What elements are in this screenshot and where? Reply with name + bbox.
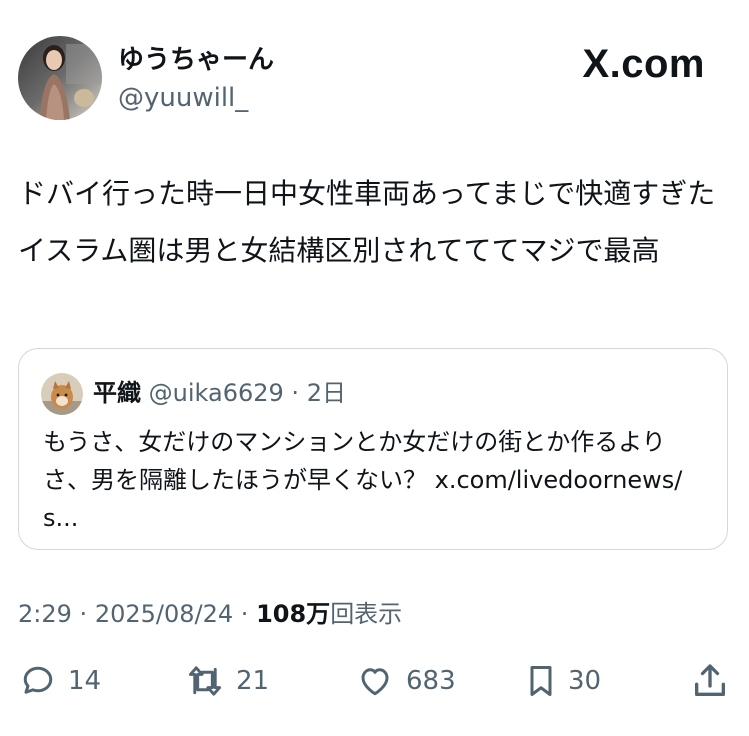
- reply-count: 14: [68, 666, 102, 696]
- meta-separator: ·: [79, 600, 88, 628]
- like-count: 683: [406, 666, 456, 696]
- quote-author-avatar[interactable]: [41, 373, 83, 415]
- author-display-name[interactable]: ゆうちゃーん: [118, 44, 274, 76]
- author-avatar[interactable]: [18, 36, 102, 120]
- tweet-text: ドバイ行った時一日中女性車両あってまじで快適すぎたイスラム圏は男と女結構区別され…: [18, 177, 716, 267]
- meta-separator-2: ·: [240, 600, 249, 628]
- bookmark-button[interactable]: 30: [526, 660, 601, 702]
- bookmark-icon: [526, 663, 556, 699]
- views-count: 108万: [256, 600, 331, 628]
- speech-bubble-icon: [20, 663, 56, 699]
- repost-button[interactable]: 21: [186, 660, 269, 702]
- share-button[interactable]: [690, 660, 730, 702]
- quote-tweet-card[interactable]: 平織 @uika6629 · 2日 もうさ、女だけのマンションとか女だけの街とか…: [18, 348, 728, 550]
- repost-count: 21: [236, 666, 270, 696]
- tweet-meta: 2:29 · 2025/08/24 · 108万回表示: [18, 598, 402, 630]
- repost-arrows-icon: [186, 663, 224, 699]
- quote-text: もうさ、女だけのマンションとか女だけの街とか作るよりさ、男を隔離したほうが早くな…: [43, 428, 683, 532]
- quote-display-name[interactable]: 平織: [93, 379, 141, 407]
- reply-button[interactable]: 14: [20, 660, 101, 702]
- bookmark-count: 30: [568, 666, 602, 696]
- quote-timestamp[interactable]: 2日: [307, 379, 346, 407]
- views-label: 回表示: [330, 600, 403, 628]
- heart-icon: [356, 663, 394, 699]
- brand-text: X.com: [582, 42, 705, 86]
- quote-separator: ·: [291, 379, 300, 407]
- x-logo: X.com: [582, 42, 705, 86]
- like-button[interactable]: 683: [356, 660, 456, 702]
- share-upload-icon: [690, 664, 730, 706]
- quote-header: 平織 @uika6629 · 2日: [93, 377, 346, 409]
- tweet-date[interactable]: 2025/08/24: [95, 600, 233, 628]
- quote-handle[interactable]: @uika6629: [149, 379, 284, 407]
- author-handle[interactable]: @yuuwill_: [118, 82, 248, 114]
- tweet-time[interactable]: 2:29: [18, 600, 72, 628]
